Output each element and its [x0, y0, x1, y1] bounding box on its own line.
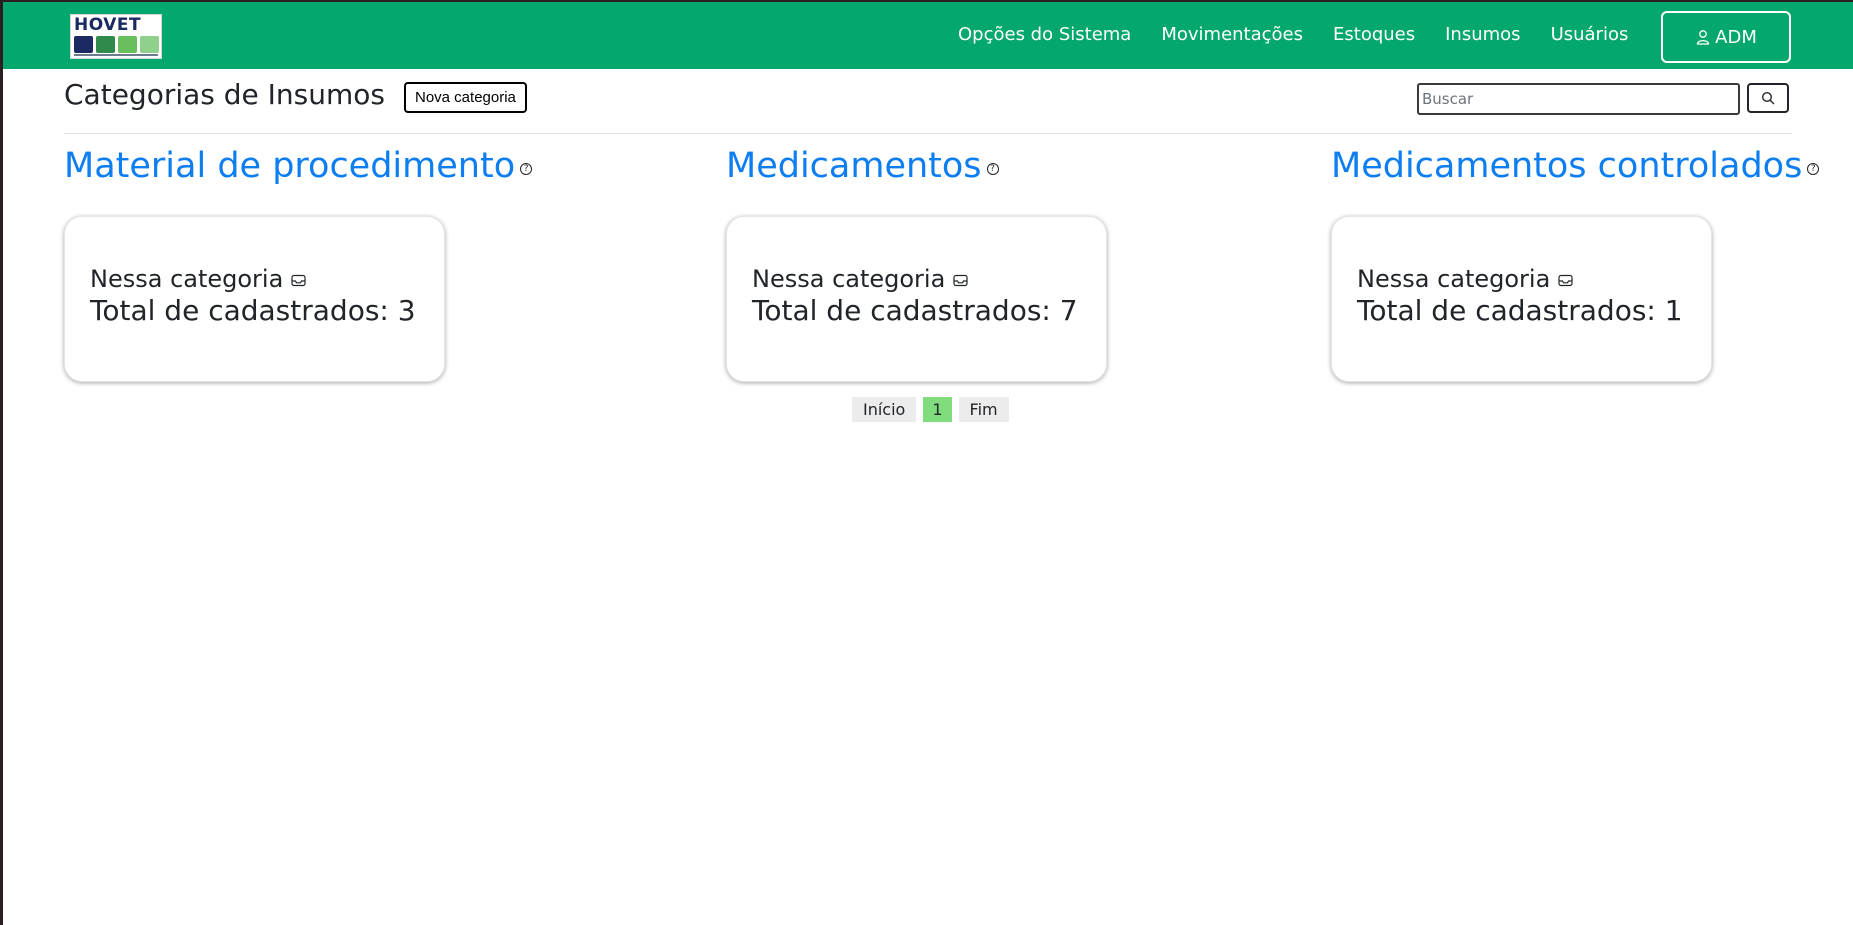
category-title-material-de-procedimento[interactable]: Material de procedimento ?: [64, 146, 533, 186]
category-title-text: Material de procedimento: [64, 146, 516, 186]
help-icon[interactable]: ?: [520, 163, 533, 175]
help-icon[interactable]: ?: [1807, 163, 1820, 175]
category-card: Nessa categoria Total de cadastrados: 1: [1331, 216, 1712, 382]
help-icon[interactable]: ?: [986, 163, 999, 175]
user-menu-button[interactable]: ADM: [1661, 11, 1791, 63]
pagination-page-current[interactable]: 1: [923, 397, 952, 422]
top-navbar: HOVET Opções do Sistema Movimentações Es…: [3, 2, 1853, 69]
pagination-first[interactable]: Início: [852, 397, 917, 422]
logo-tile-2: [96, 36, 115, 53]
inbox-icon: [953, 274, 968, 286]
card-total: Total de cadastrados: 7: [752, 294, 1078, 327]
card-subtitle: Nessa categoria: [90, 265, 306, 293]
user-icon: [1696, 30, 1710, 45]
hovet-logo[interactable]: HOVET: [70, 14, 162, 59]
nav-link-insumos[interactable]: Insumos: [1445, 24, 1520, 45]
search-button[interactable]: [1747, 83, 1789, 113]
category-title-text: Medicamentos: [726, 146, 982, 186]
inbox-icon: [1558, 274, 1573, 286]
logo-tile-4: [140, 36, 159, 53]
logo-tiles: [74, 36, 159, 53]
category-title-medicamentos[interactable]: Medicamentos ?: [726, 146, 999, 186]
user-menu-label: ADM: [1715, 26, 1757, 48]
logo-subtitle-line: [74, 54, 158, 56]
page-title: Categorias de Insumos: [64, 78, 385, 111]
category-title-medicamentos-controlados[interactable]: Medicamentos controlados ?: [1331, 146, 1820, 186]
card-subtitle-text: Nessa categoria: [752, 265, 946, 293]
nav-link-usuarios[interactable]: Usuários: [1551, 24, 1629, 45]
card-subtitle-text: Nessa categoria: [1357, 265, 1551, 293]
search-input[interactable]: [1417, 83, 1740, 115]
logo-tile-1: [74, 36, 93, 53]
logo-tile-3: [118, 36, 137, 53]
card-subtitle-text: Nessa categoria: [90, 265, 284, 293]
search-icon: [1761, 91, 1775, 105]
nav-link-estoques[interactable]: Estoques: [1333, 24, 1415, 45]
pagination-last[interactable]: Fim: [958, 397, 1009, 422]
nav-links: Opções do Sistema Movimentações Estoques…: [958, 24, 1658, 45]
card-subtitle: Nessa categoria: [1357, 265, 1573, 293]
pagination: Início 1 Fim: [852, 397, 1009, 422]
logo-text: HOVET: [74, 15, 142, 35]
category-card: Nessa categoria Total de cadastrados: 7: [726, 216, 1107, 382]
inbox-icon: [291, 274, 306, 286]
card-total: Total de cadastrados: 1: [1357, 294, 1683, 327]
window-left-edge: [0, 0, 3, 925]
category-card: Nessa categoria Total de cadastrados: 3: [64, 216, 445, 382]
nav-link-movimentacoes[interactable]: Movimentações: [1161, 24, 1303, 45]
category-title-text: Medicamentos controlados: [1331, 146, 1803, 186]
header-divider: [64, 133, 1792, 134]
card-total: Total de cadastrados: 3: [90, 294, 416, 327]
card-subtitle: Nessa categoria: [752, 265, 968, 293]
new-category-button[interactable]: Nova categoria: [404, 82, 527, 113]
nav-link-opcoes-do-sistema[interactable]: Opções do Sistema: [958, 24, 1131, 45]
